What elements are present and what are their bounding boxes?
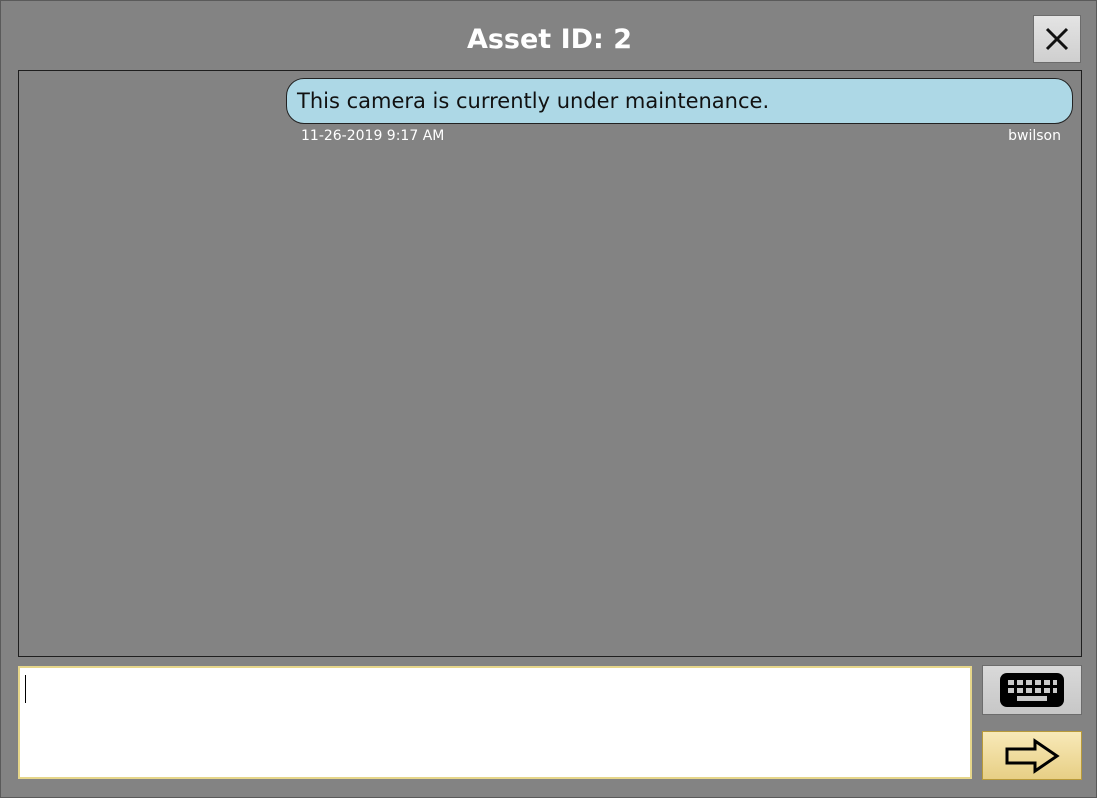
arrow-right-icon [1005, 737, 1060, 774]
close-icon [1045, 27, 1069, 51]
message-list[interactable]: This camera is currently under maintenan… [18, 70, 1082, 657]
keyboard-icon [1000, 673, 1064, 707]
message-bubble: This camera is currently under maintenan… [286, 78, 1073, 124]
text-caret [25, 675, 26, 703]
asset-chat-dialog: Asset ID: 2 This camera is currently und… [0, 0, 1097, 798]
close-button[interactable] [1033, 15, 1081, 63]
message-author: bwilson [1008, 128, 1061, 144]
send-button[interactable] [982, 731, 1082, 780]
message-timestamp: 11-26-2019 9:17 AM [301, 128, 445, 144]
message-input[interactable] [18, 666, 972, 779]
keyboard-button[interactable] [982, 665, 1082, 715]
dialog-title: Asset ID: 2 [466, 24, 633, 55]
